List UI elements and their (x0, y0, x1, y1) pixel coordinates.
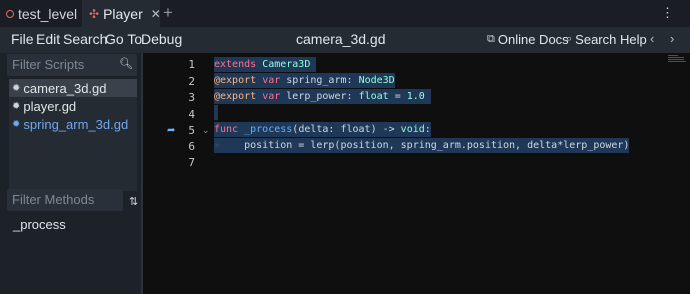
scene-circle-icon (6, 9, 14, 18)
line-gutter: 1 2 3 4 5 6 7 ➦ ⌄ (143, 53, 211, 294)
add-tab-button[interactable]: + (163, 3, 173, 23)
menu-goto[interactable]: Go To (105, 31, 142, 47)
script-list: ✹ camera_3d.gd ✹ player.gd ✹ spring_arm_… (9, 79, 137, 191)
line-number: 4 (188, 108, 195, 121)
menu-file[interactable]: File (11, 31, 34, 47)
character-body-icon: ✣ (89, 6, 100, 21)
code-line-2: @export var spring_arm: Node3D (214, 73, 395, 88)
online-docs-label: Online Docs (497, 32, 569, 47)
online-docs-button[interactable]: ⧉ Online Docs (487, 32, 569, 47)
help-search-icon: ⌕ (566, 33, 573, 45)
search-icon: 🔍︎ (119, 58, 133, 70)
script-item-label: spring_arm_3d.gd (23, 116, 129, 132)
code-line-4 (214, 105, 218, 120)
script-item-spring-arm-3d[interactable]: ✹ spring_arm_3d.gd (9, 115, 137, 133)
filter-scripts-input[interactable]: Filter Scripts 🔍︎ (7, 54, 137, 76)
code-line-6: » position = lerp(position, spring_arm.p… (214, 138, 630, 153)
method-list: _process (9, 213, 137, 289)
scene-tab-player[interactable]: ✣ Player ✕ (82, 0, 161, 27)
code-editor[interactable]: 1 2 3 4 5 6 7 ➦ ⌄ extends Camera3D @expo… (143, 53, 690, 294)
script-item-label: player.gd (23, 98, 77, 114)
code-minimap[interactable] (668, 55, 688, 63)
code-line-5: func _process(delta: float) -> void: (214, 122, 431, 137)
line-number: 3 (188, 91, 195, 104)
search-help-button[interactable]: ⌕ Search Help (566, 32, 647, 47)
override-method-icon[interactable]: ➦ (167, 125, 175, 136)
gear-icon: ✹ (12, 100, 21, 112)
menu-edit[interactable]: Edit (36, 31, 60, 47)
more-options-icon[interactable]: ⋮ (661, 6, 674, 19)
filter-scripts-placeholder: Filter Scripts (12, 57, 85, 72)
script-item-camera-3d[interactable]: ✹ camera_3d.gd (9, 79, 137, 97)
close-tab-icon[interactable]: ✕ (151, 7, 161, 21)
line-number: 1 (188, 58, 195, 71)
script-item-label: camera_3d.gd (23, 80, 107, 96)
filter-methods-placeholder: Filter Methods (12, 192, 95, 207)
script-list-panel: Filter Scripts 🔍︎ ✹ camera_3d.gd ✹ playe… (0, 53, 142, 294)
menu-debug[interactable]: Debug (141, 31, 182, 47)
search-help-label: Search Help (575, 32, 647, 47)
nav-back-button[interactable]: ‹ (650, 31, 654, 46)
line-number: 2 (188, 75, 195, 88)
script-item-player[interactable]: ✹ player.gd (9, 97, 137, 115)
script-menu-bar: File Edit Search Go To Debug camera_3d.g… (0, 27, 690, 53)
menu-search[interactable]: Search (63, 31, 107, 47)
external-link-icon: ⧉ (487, 33, 495, 45)
code-line-3: @export var lerp_power: float = 1.0 (214, 89, 431, 104)
sort-icon[interactable]: ⇅ (129, 195, 138, 208)
scene-tab-label: test_level (18, 5, 78, 22)
scene-tab-test-level[interactable]: test_level (0, 0, 82, 27)
scene-tab-bar: test_level ✣ Player ✕ + ⋮ (0, 0, 690, 27)
code-line-1: extends Camera3D (214, 57, 317, 72)
scene-tab-label: Player (103, 5, 143, 22)
fold-arrow-icon[interactable]: ⌄ (202, 125, 210, 136)
filter-methods-input[interactable]: Filter Methods (7, 189, 123, 211)
gear-icon: ✹ (12, 82, 21, 94)
method-item-process[interactable]: _process (13, 217, 66, 232)
gear-icon: ✹ (12, 118, 21, 130)
current-file-title: camera_3d.gd (296, 31, 386, 47)
nav-forward-button[interactable]: › (670, 31, 674, 46)
line-number: 6 (188, 140, 195, 153)
line-number: 7 (188, 156, 195, 169)
